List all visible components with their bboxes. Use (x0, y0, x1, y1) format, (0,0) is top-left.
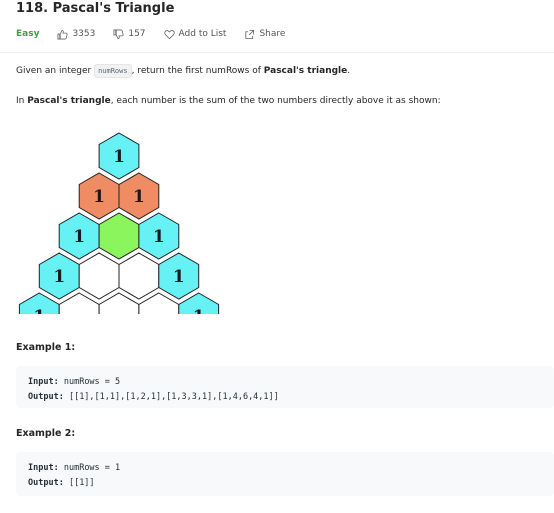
like-button[interactable]: 3353 (57, 29, 95, 40)
example-2-input: Input: numRows = 1 (28, 461, 542, 476)
triangle-value-r4-c0: 1 (33, 307, 45, 314)
input-value: numRows = 5 (63, 377, 121, 387)
input-label: Input: (28, 377, 59, 387)
divider (0, 52, 554, 53)
triangle-value-r3-c0: 1 (53, 267, 65, 287)
description-line-2: In Pascal's triangle, each number is the… (16, 96, 441, 106)
text: Given an integer (16, 66, 95, 76)
like-count: 3353 (72, 29, 96, 39)
triangle-value-r2-c0: 1 (73, 227, 85, 247)
add-to-list-button[interactable]: Add to List (163, 29, 227, 40)
problem-title: 118. Pascal's Triangle (16, 1, 175, 16)
output-label: Output: (28, 478, 64, 488)
example-1-block: Input: numRows = 5 Output: [[1],[1,1],[1… (16, 366, 554, 408)
triangle-value-r4-c4: 1 (193, 307, 205, 314)
difficulty-badge: Easy (16, 29, 40, 39)
thumbs-up-icon (57, 29, 68, 39)
dislike-count: 157 (128, 29, 146, 39)
triangle-cell-r4-c1 (58, 292, 100, 314)
share-label: Share (259, 29, 286, 39)
problem-meta-bar: Easy 3353 157 Add to List Share (16, 26, 303, 42)
output-value: [[1]] (68, 478, 95, 488)
text: , return the first numRows of (131, 66, 264, 76)
output-value: [[1],[1,1],[1,2,1],[1,3,3,1],[1,4,6,4,1]… (68, 392, 279, 402)
pascal-triangle-illustration: 111111111 (18, 132, 220, 314)
output-label: Output: (28, 392, 64, 402)
example-2-block: Input: numRows = 1 Output: [[1]] (16, 452, 554, 496)
triangle-value-r2-c2: 1 (153, 227, 165, 247)
bold-text: Pascal's triangle (263, 66, 348, 76)
heart-icon (163, 29, 175, 39)
input-label: Input: (28, 463, 59, 473)
triangle-value-r3-c3: 1 (173, 267, 185, 287)
triangle-cell-r3-c1 (78, 252, 120, 300)
input-value: numRows = 1 (63, 463, 121, 473)
triangle-value-r0-c0: 1 (113, 147, 125, 167)
example-1-output: Output: [[1],[1,1],[1,2,1],[1,3,3,1],[1,… (28, 390, 542, 405)
text: . (347, 66, 351, 76)
text: , each number is the sum of the two numb… (110, 96, 441, 106)
description-line-1: Given an integer numRows, return the fir… (16, 64, 351, 78)
triangle-cell-r3-c2 (118, 252, 160, 300)
thumbs-down-icon (113, 29, 124, 39)
example-1-input: Input: numRows = 5 (28, 375, 542, 390)
example-1-title: Example 1: (16, 342, 76, 353)
triangle-value-r1-c1: 1 (133, 187, 145, 207)
triangle-cell-r4-c3 (138, 292, 180, 314)
example-2-title: Example 2: (16, 428, 76, 439)
bold-text: Pascal's triangle (27, 96, 111, 106)
triangle-cell-r2-c1 (98, 212, 140, 260)
dislike-button[interactable]: 157 (113, 29, 146, 40)
triangle-cell-r4-c2 (98, 292, 140, 314)
share-icon (245, 29, 255, 39)
share-button[interactable]: Share (244, 29, 285, 40)
triangle-value-r1-c0: 1 (93, 187, 105, 207)
example-2-output: Output: [[1]] (28, 476, 542, 491)
text: In (16, 96, 28, 106)
inline-code-numrows: numRows (94, 64, 132, 78)
add-to-list-label: Add to List (178, 29, 227, 39)
